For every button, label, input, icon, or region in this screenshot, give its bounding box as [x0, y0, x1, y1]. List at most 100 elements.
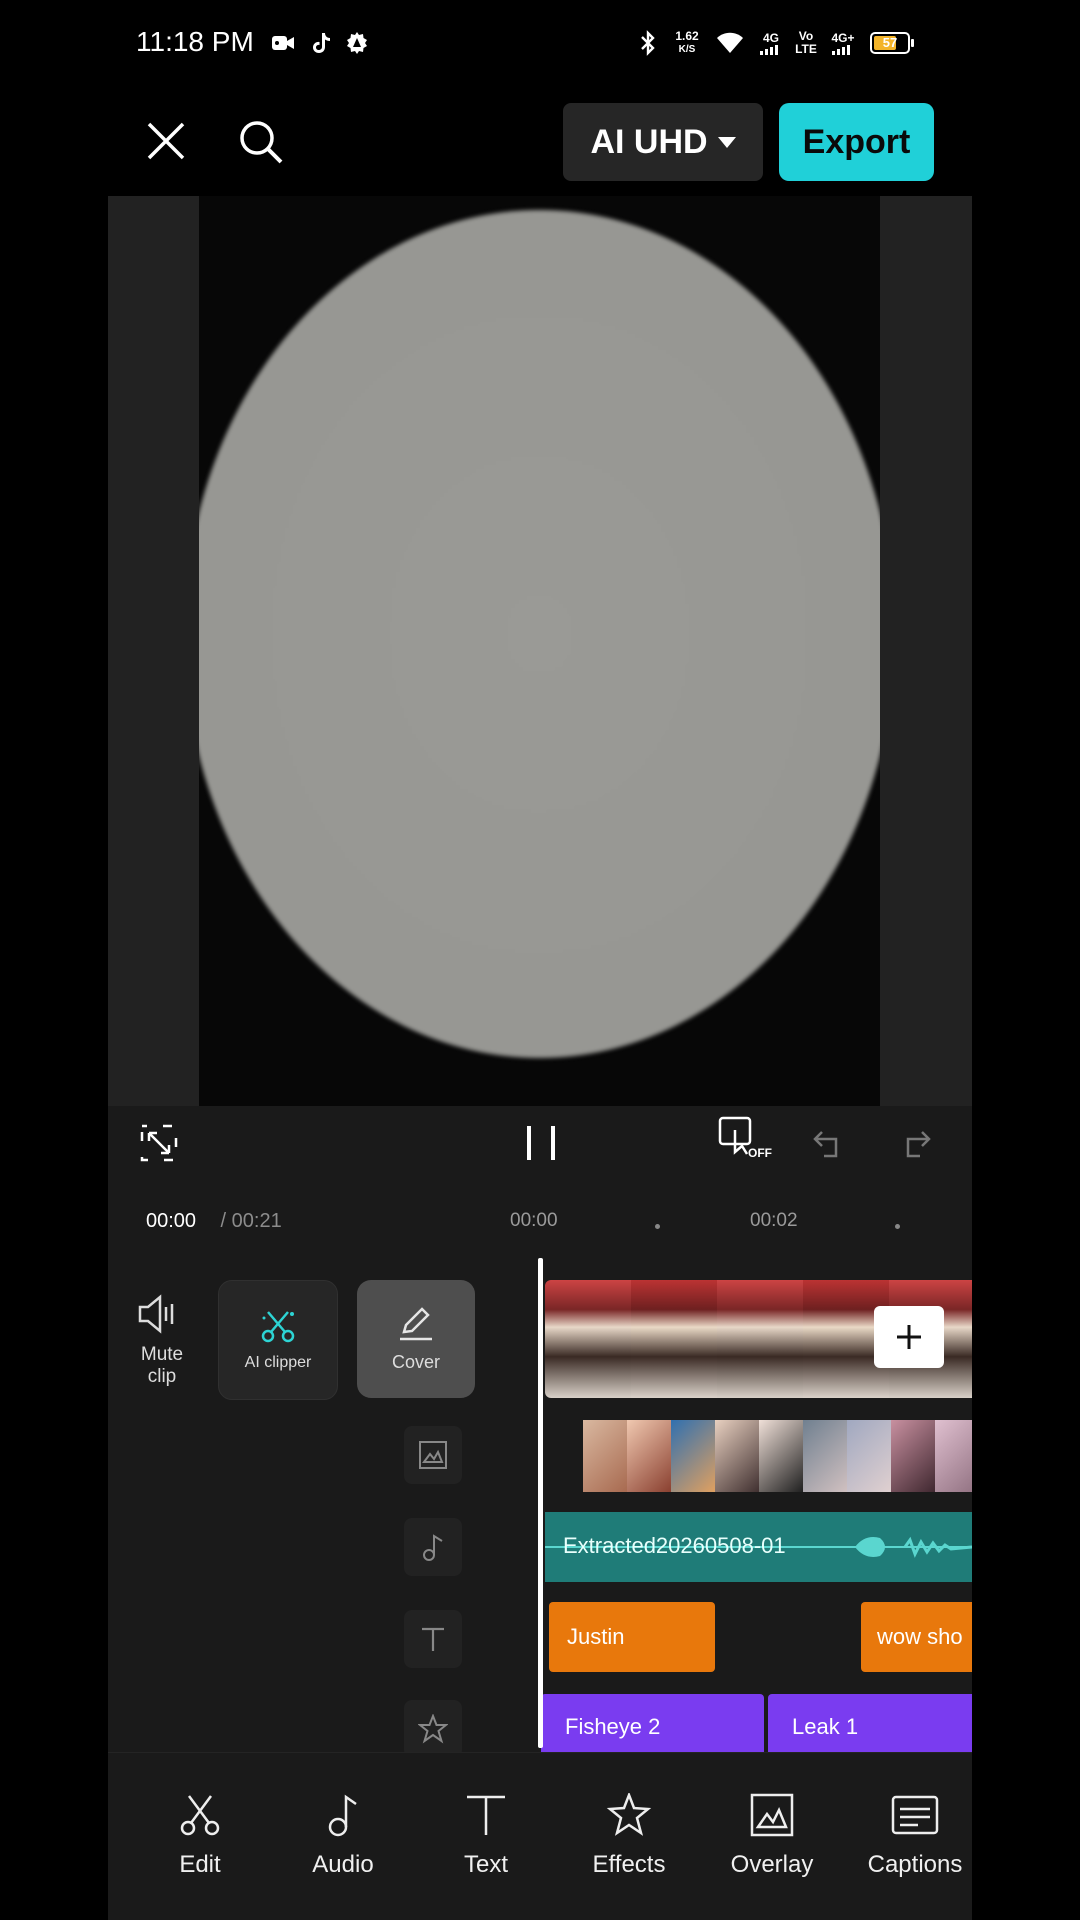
audio-clip[interactable]: Extracted20260508-01: [545, 1512, 972, 1582]
effect-clip-label: Fisheye 2: [565, 1714, 661, 1739]
cover-label: Cover: [391, 1351, 440, 1372]
effect-clip[interactable]: Leak 1: [768, 1694, 972, 1752]
wifi-icon: [712, 28, 748, 58]
cover-button[interactable]: Cover: [357, 1280, 475, 1398]
captions-icon: [891, 1795, 939, 1835]
overlay-thumbnail: [803, 1420, 847, 1492]
total-time-value: 00:21: [231, 1210, 282, 1232]
search-button[interactable]: [228, 109, 292, 173]
mute-clip-text: Mute clip: [140, 1344, 184, 1387]
undo-button[interactable]: [802, 1116, 856, 1170]
loop-off-badge: OFF: [748, 1146, 772, 1160]
quality-selector[interactable]: AI UHD: [563, 103, 763, 181]
nav-edit[interactable]: Edit: [140, 1793, 260, 1879]
sim2-label: 4G+: [831, 30, 855, 45]
mute-clip-button[interactable]: [136, 1294, 180, 1338]
redo-button[interactable]: [888, 1116, 942, 1170]
effect-clip[interactable]: Fisheye 2: [541, 1694, 764, 1752]
video-record-icon: [270, 28, 296, 58]
net-speed-value: 1.62: [675, 29, 699, 43]
editor-screen: 11:18 PM 1.62 K/S 4G Vo LTE 4G+ 57 AI UH…: [108, 0, 972, 1920]
nav-overlay[interactable]: Overlay: [712, 1793, 832, 1879]
overlay-thumbnail: [671, 1420, 715, 1492]
close-button[interactable]: [134, 109, 198, 173]
volte-bottom: LTE: [795, 42, 817, 56]
export-button[interactable]: Export: [779, 103, 934, 181]
video-thumbnail: [631, 1280, 717, 1398]
bottom-toolbar: Edit Audio Text Effects Overlay Captions: [108, 1752, 972, 1920]
ruler-mark: 00:02: [750, 1210, 798, 1231]
nav-audio-label: Audio: [312, 1851, 374, 1878]
scissors-icon: [261, 1311, 295, 1343]
sim1-label: 4G: [762, 30, 779, 45]
overlay-thumbnail: [715, 1420, 759, 1492]
battery-level: 57: [882, 35, 898, 50]
nav-text[interactable]: Text: [426, 1793, 546, 1879]
current-time: 00:00: [146, 1210, 197, 1232]
mute-clip-label[interactable]: Mute clip: [132, 1344, 192, 1388]
quality-label: AI UHD: [590, 122, 708, 161]
total-time: / 00:21: [215, 1210, 282, 1233]
nav-text-label: Text: [463, 1851, 508, 1878]
status-bar: 11:18 PM 1.62 K/S 4G Vo LTE 4G+ 57: [108, 0, 972, 86]
video-thumbnail: [717, 1280, 803, 1398]
overlay-thumbnail: [891, 1420, 935, 1492]
close-icon: [147, 122, 185, 160]
plus-icon: [897, 1325, 921, 1349]
overlay-icon: [750, 1793, 794, 1837]
text-track-button[interactable]: [404, 1610, 462, 1668]
overlay-track-button[interactable]: [404, 1426, 462, 1484]
overlay-icon: [419, 1441, 447, 1469]
chevron-down-icon: [717, 136, 736, 148]
ruler-dot: [655, 1224, 660, 1229]
overlay-thumbnail: [847, 1420, 891, 1492]
star-icon: [606, 1793, 652, 1836]
bluetooth-icon: [636, 28, 660, 58]
pause-button[interactable]: [513, 1116, 569, 1170]
ai-clipper-label: AI clipper: [244, 1354, 312, 1371]
audio-track-button[interactable]: [404, 1518, 462, 1576]
overlay-clip[interactable]: [583, 1420, 972, 1492]
video-preview[interactable]: [199, 196, 880, 1106]
sim1-signal: 4G: [756, 28, 786, 58]
scissors-icon: [180, 1795, 220, 1836]
redo-icon: [906, 1131, 931, 1158]
loop-toggle[interactable]: OFF: [716, 1112, 776, 1170]
star-icon: [418, 1714, 448, 1744]
playback-controls: OFF 00:00 / 00:21 00:00 00:02: [108, 1106, 972, 1274]
playhead[interactable]: [538, 1258, 543, 1748]
network-speed: 1.62 K/S: [670, 28, 704, 58]
tiktok-icon: [308, 28, 334, 58]
overlay-thumbnail: [583, 1420, 627, 1492]
settings-gear-icon: [344, 28, 370, 58]
ai-clipper-button[interactable]: AI clipper: [218, 1280, 338, 1400]
fullscreen-button[interactable]: [132, 1116, 186, 1170]
sim2-signal: 4G+: [826, 28, 860, 58]
pause-icon: [527, 1126, 555, 1160]
nav-audio[interactable]: Audio: [283, 1793, 403, 1879]
ruler-dot: [895, 1224, 900, 1229]
text-icon: [467, 1795, 505, 1835]
overlay-thumbnail: [627, 1420, 671, 1492]
text-clip-label: wow sho: [877, 1624, 963, 1649]
add-clip-button[interactable]: [874, 1306, 944, 1368]
nav-captions[interactable]: Captions: [855, 1793, 972, 1879]
time-separator: /: [215, 1210, 232, 1232]
audio-clip-label: Extracted20260508-01: [563, 1533, 786, 1558]
battery-icon: 57: [866, 28, 914, 58]
clock: 11:18 PM: [136, 26, 254, 57]
music-note-icon: [423, 1534, 443, 1561]
overlay-thumbnail: [935, 1420, 972, 1492]
text-clip[interactable]: Justin: [549, 1602, 715, 1672]
nav-captions-label: Captions: [867, 1851, 963, 1878]
text-clip[interactable]: wow sho: [861, 1602, 972, 1672]
fullscreen-icon: [140, 1124, 178, 1162]
undo-icon: [813, 1131, 838, 1158]
effects-track-button[interactable]: [404, 1700, 462, 1758]
search-icon: [240, 121, 283, 164]
nav-effects[interactable]: Effects: [569, 1793, 689, 1879]
nav-edit-label: Edit: [179, 1851, 221, 1878]
effect-clip-label: Leak 1: [792, 1714, 859, 1739]
nav-effects-label: Effects: [592, 1851, 666, 1878]
music-note-icon: [328, 1794, 357, 1837]
